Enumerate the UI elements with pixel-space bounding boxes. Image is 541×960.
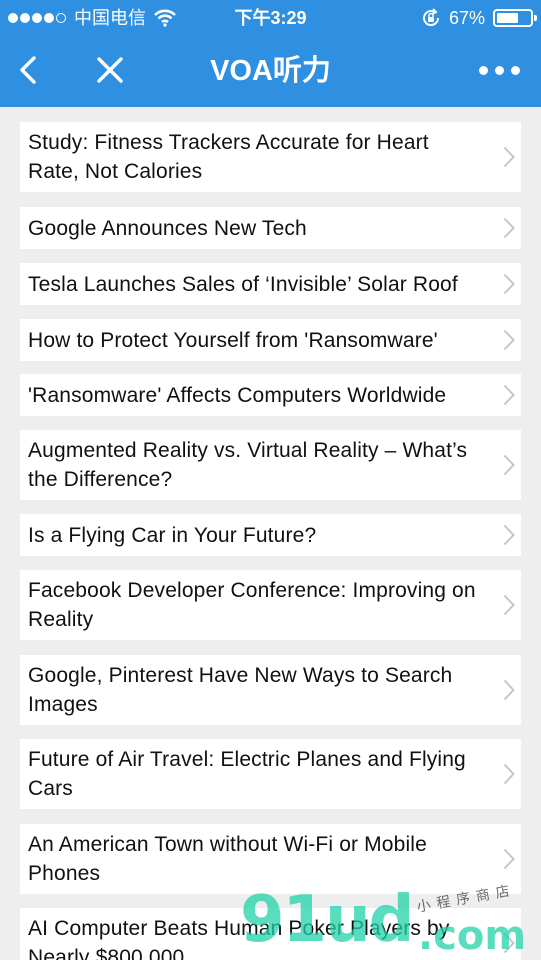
article-title: Study: Fitness Trackers Accurate for Hea… [28, 131, 429, 183]
chevron-right-icon [503, 594, 515, 616]
article-item[interactable]: Tesla Launches Sales of ‘Invisible’ Sola… [20, 263, 521, 305]
chevron-right-icon [503, 763, 515, 785]
chevron-right-icon [503, 273, 515, 295]
page-title: VOA听力 [210, 55, 331, 87]
article-item[interactable]: Facebook Developer Conference: Improving… [20, 570, 521, 640]
article-item[interactable]: Augmented Reality vs. Virtual Reality – … [20, 430, 521, 500]
article-item[interactable]: Future of Air Travel: Electric Planes an… [20, 739, 521, 809]
article-item[interactable]: 'Ransomware' Affects Computers Worldwide [20, 374, 521, 416]
chevron-right-icon [503, 932, 515, 954]
chevron-right-icon [503, 146, 515, 168]
back-icon[interactable] [12, 50, 46, 90]
chevron-right-icon [503, 384, 515, 406]
article-title: How to Protect Yourself from 'Ransomware… [28, 328, 438, 352]
article-item[interactable]: Google, Pinterest Have New Ways to Searc… [20, 655, 521, 725]
article-title: Google Announces New Tech [28, 216, 307, 240]
article-title: AI Computer Beats Human Poker Players by… [28, 917, 450, 960]
chevron-right-icon [503, 524, 515, 546]
article-item[interactable]: An American Town without Wi-Fi or Mobile… [20, 824, 521, 894]
chevron-right-icon [503, 454, 515, 476]
article-title: An American Town without Wi-Fi or Mobile… [28, 833, 427, 885]
article-title: Tesla Launches Sales of ‘Invisible’ Sola… [28, 272, 458, 296]
chevron-right-icon [503, 848, 515, 870]
close-icon[interactable] [92, 52, 128, 88]
battery-icon [493, 9, 537, 27]
chevron-right-icon [503, 217, 515, 239]
article-title: Augmented Reality vs. Virtual Reality – … [28, 439, 468, 491]
rotation-lock-icon [423, 8, 439, 27]
status-right: 67% [421, 0, 537, 36]
nav-bar: VOA听力 [0, 36, 541, 107]
article-title: Future of Air Travel: Electric Planes an… [28, 748, 466, 800]
article-title: Google, Pinterest Have New Ways to Searc… [28, 664, 453, 716]
chevron-right-icon [503, 679, 515, 701]
article-item[interactable]: How to Protect Yourself from 'Ransomware… [20, 319, 521, 361]
app-header: 中国电信 下午3:29 67% VOA听力 [0, 0, 541, 107]
article-title: 'Ransomware' Affects Computers Worldwide [28, 383, 447, 407]
article-item[interactable]: Google Announces New Tech [20, 207, 521, 249]
more-options-icon[interactable] [479, 60, 521, 80]
article-item[interactable]: Study: Fitness Trackers Accurate for Hea… [20, 122, 521, 192]
article-item[interactable]: Is a Flying Car in Your Future? [20, 514, 521, 556]
battery-level [497, 13, 518, 23]
status-bar: 中国电信 下午3:29 67% [0, 0, 541, 36]
article-title: Facebook Developer Conference: Improving… [28, 579, 476, 631]
article-item[interactable]: AI Computer Beats Human Poker Players by… [20, 908, 521, 960]
article-title: Is a Flying Car in Your Future? [28, 523, 317, 547]
battery-percent: 67% [448, 8, 485, 28]
chevron-right-icon [503, 329, 515, 351]
